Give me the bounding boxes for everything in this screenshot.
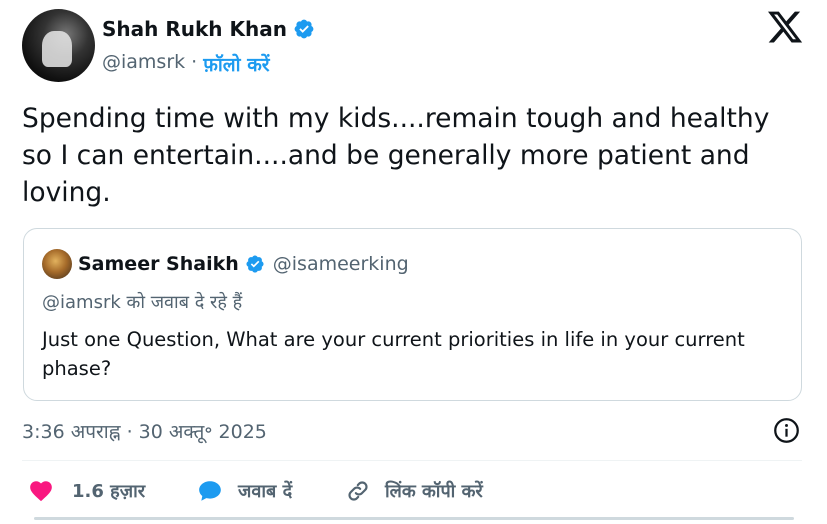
- author-name[interactable]: Shah Rukh Khan: [102, 17, 287, 41]
- x-logo-icon[interactable]: [766, 8, 804, 46]
- copy-link-label: लिंक कॉपी करें: [385, 481, 483, 502]
- separator-dot: ·: [191, 51, 198, 73]
- quoted-tweet[interactable]: Sameer Shaikh @isameerking @iamsrk को जव…: [23, 228, 802, 401]
- tweet-text: Spending time with my kids....remain tou…: [22, 103, 778, 208]
- replying-to-text: @iamsrk को जवाब दे रहे हैं: [42, 292, 243, 313]
- copy-link-button[interactable]: लिंक कॉपी करें: [345, 478, 483, 504]
- info-icon[interactable]: [773, 417, 800, 444]
- author-handle-row: @iamsrk · फ़ॉलो करें: [102, 51, 270, 77]
- author-name-row: Shah Rukh Khan: [102, 17, 315, 41]
- follow-button[interactable]: फ़ॉलो करें: [203, 51, 269, 77]
- author-avatar[interactable]: [22, 9, 95, 82]
- bottom-divider: [34, 517, 794, 520]
- divider: [22, 460, 802, 461]
- quoted-author-name[interactable]: Sameer Shaikh: [78, 253, 239, 275]
- like-button[interactable]: 1.6 हज़ार: [28, 478, 145, 504]
- link-icon: [348, 481, 368, 501]
- quoted-author-handle[interactable]: @isameerking: [273, 253, 409, 275]
- tweet-timestamp[interactable]: 3:36 अपराह्न · 30 अक्तू॰ 2025: [22, 418, 267, 444]
- author-handle[interactable]: @iamsrk: [102, 51, 185, 77]
- quoted-author-row: Sameer Shaikh @isameerking: [42, 249, 409, 279]
- quoted-tweet-text: Just one Question, What are your current…: [42, 328, 745, 380]
- verified-badge-icon: [294, 19, 314, 39]
- quoted-author-avatar[interactable]: [42, 249, 72, 279]
- reply-icon: [199, 481, 221, 501]
- reply-label: जवाब दें: [238, 481, 293, 502]
- heart-icon: [30, 481, 52, 502]
- like-count: 1.6 हज़ार: [72, 481, 146, 502]
- reply-button[interactable]: जवाब दें: [196, 478, 292, 504]
- verified-badge-icon: [246, 255, 264, 273]
